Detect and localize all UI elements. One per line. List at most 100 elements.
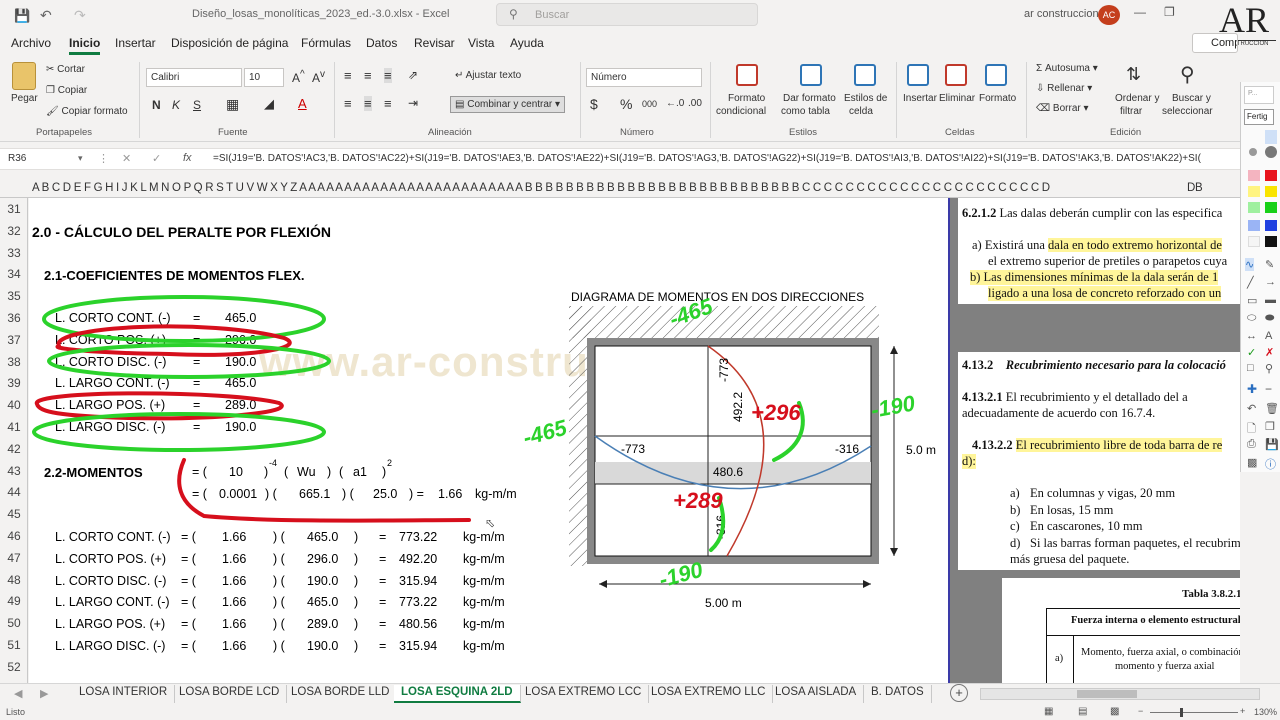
row-number[interactable]: 43 [0, 464, 28, 478]
format-table-button[interactable]: Dar formato [783, 93, 836, 104]
font-color-icon[interactable]: A [298, 96, 307, 111]
row-number[interactable]: 48 [0, 573, 28, 587]
row-number[interactable]: 40 [0, 398, 28, 412]
swatch-light-green[interactable] [1248, 202, 1260, 213]
swatch-black[interactable] [1265, 236, 1277, 247]
swatch-pink[interactable] [1248, 170, 1260, 181]
menu-inicio[interactable]: Inicio [69, 36, 101, 55]
restore-icon[interactable]: ❐ [1164, 5, 1175, 19]
sort-filter-button-line2[interactable]: filtrar [1120, 106, 1142, 117]
format-table-icon[interactable] [800, 64, 822, 86]
double-arrow-tool-icon[interactable]: ↔ [1246, 330, 1257, 342]
row-number[interactable]: 44 [0, 485, 28, 499]
row-number[interactable]: 42 [0, 442, 28, 456]
insert-cells-button[interactable]: Insertar [903, 93, 937, 104]
account-name[interactable]: ar construccion [1024, 8, 1099, 20]
align-bottom-icon[interactable]: ≡ [384, 68, 392, 83]
zoom-in-icon[interactable]: + [1240, 706, 1245, 716]
pen-done-button[interactable]: Fertig [1244, 109, 1274, 125]
page-break-icon[interactable]: ▩ [1110, 706, 1119, 717]
swatch-light-yellow[interactable] [1248, 186, 1260, 197]
pdf-viewer[interactable]: 6.2.1.2 Las dalas deberán cumplir con la… [948, 198, 1240, 683]
column-db[interactable]: DB [1187, 182, 1203, 194]
bold-button[interactable]: N [152, 98, 161, 112]
row-number[interactable]: 51 [0, 638, 28, 652]
name-box-dropdown-icon[interactable]: ▾ [78, 153, 83, 164]
sheet-tab[interactable]: LOSA EXTREMO LLC [644, 685, 774, 703]
sheet-tab[interactable]: LOSA EXTREMO LCC [518, 685, 650, 703]
column-letters[interactable]: A B C D E F G H I J K L M N O P Q R S T … [32, 182, 1050, 194]
row-number[interactable]: 49 [0, 594, 28, 608]
name-box[interactable]: R36 [4, 151, 88, 168]
avatar[interactable]: AC [1098, 5, 1120, 25]
format-cells-button[interactable]: Formato [979, 93, 1016, 104]
screenshot-icon[interactable]: ▩ [1247, 456, 1257, 469]
swatch-red[interactable] [1265, 170, 1277, 181]
new-page-icon[interactable]: 🗋 [1247, 420, 1256, 439]
sort-filter-button[interactable]: Ordenar y [1115, 93, 1159, 104]
pen-size-medium[interactable] [1249, 148, 1257, 156]
fill-button[interactable]: ⇩ Rellenar ▾ [1036, 83, 1092, 94]
row-number[interactable]: 46 [0, 529, 28, 543]
format-table-button-line2[interactable]: como tabla [781, 106, 830, 117]
cross-icon[interactable]: ✗ [1265, 346, 1274, 359]
more-options-icon[interactable]: ⋮ [98, 152, 109, 165]
tab-prev-icon[interactable]: ◀ [14, 687, 22, 700]
row-number[interactable]: 34 [0, 267, 28, 281]
wrap-text-button[interactable]: ↵ Ajustar texto [455, 70, 521, 81]
row-number[interactable]: 37 [0, 333, 28, 347]
minus-icon[interactable]: − [1265, 382, 1272, 396]
row-number[interactable]: 39 [0, 376, 28, 390]
increase-decimal-icon[interactable]: ←.0 [666, 98, 684, 109]
rectangle-tool-icon[interactable]: ▭ [1247, 294, 1257, 307]
currency-icon[interactable]: $ [590, 96, 598, 112]
indent-icon[interactable]: ⇥ [408, 96, 418, 110]
paste-button[interactable]: Pegar [11, 93, 38, 104]
align-right-icon[interactable]: ≡ [384, 96, 392, 111]
italic-button[interactable]: K [172, 98, 180, 112]
percent-icon[interactable]: % [620, 96, 632, 112]
search-box[interactable]: ⚲ Buscar [496, 3, 758, 26]
row-number[interactable]: 52 [0, 660, 28, 674]
redo-icon[interactable]: ↷ [74, 7, 86, 24]
row-number[interactable]: 33 [0, 246, 28, 260]
row-number[interactable]: 45 [0, 507, 28, 521]
freehand-pen-icon[interactable]: ∿ [1245, 258, 1255, 271]
pen-panel-search[interactable]: P... [1244, 86, 1274, 104]
row-number[interactable]: 38 [0, 355, 28, 369]
row-number[interactable]: 35 [0, 289, 28, 303]
page-layout-icon[interactable]: ▤ [1078, 706, 1087, 717]
sheet-tab[interactable]: LOSA INTERIOR [72, 685, 176, 703]
add-icon[interactable]: ✚ [1247, 382, 1257, 396]
line-tool-icon[interactable]: ╱ [1247, 276, 1254, 289]
decrease-font-icon[interactable]: Av [312, 69, 325, 85]
cell-styles-icon[interactable] [854, 64, 876, 86]
align-middle-icon[interactable]: ≡ [364, 68, 372, 83]
cell-styles-button-line2[interactable]: celda [849, 106, 873, 117]
merge-center-button[interactable]: ▤ Combinar y centrar ▾ [450, 96, 566, 113]
share-button[interactable]: Compartir [1192, 33, 1238, 53]
delete-cells-icon[interactable] [945, 64, 967, 86]
sheet-tab[interactable]: LOSA AISLADA [768, 685, 865, 703]
zoom-tool-icon[interactable]: ⚲ [1265, 362, 1273, 375]
conditional-format-icon[interactable] [736, 64, 758, 86]
swatch-light-blue[interactable] [1248, 220, 1260, 231]
menu-insertar[interactable]: Insertar [115, 36, 156, 50]
decrease-decimal-icon[interactable]: .00 [688, 98, 702, 109]
pen-size-small[interactable] [1265, 130, 1277, 144]
menu-datos[interactable]: Datos [366, 36, 397, 50]
sheet-tab[interactable]: LOSA BORDE LLD [284, 685, 398, 703]
align-left-icon[interactable]: ≡ [344, 96, 352, 111]
borders-icon[interactable]: ▦ [226, 96, 239, 113]
sheet-tab[interactable]: LOSA ESQUINA 2LD [394, 685, 521, 703]
underline-button[interactable]: S [193, 98, 201, 112]
conditional-format-button[interactable]: Formato [728, 93, 765, 104]
find-select-icon[interactable]: ⚲ [1180, 62, 1195, 87]
find-select-button[interactable]: Buscar y [1172, 93, 1211, 104]
scrollbar-thumb[interactable] [1077, 690, 1137, 698]
insert-cells-icon[interactable] [907, 64, 929, 86]
undo-icon[interactable]: ↶ [40, 7, 52, 24]
undo-pen-icon[interactable]: ↶ [1247, 402, 1256, 415]
select-tool-icon[interactable]: □ [1247, 362, 1254, 374]
trash-icon[interactable]: 🗑 [1265, 402, 1279, 415]
